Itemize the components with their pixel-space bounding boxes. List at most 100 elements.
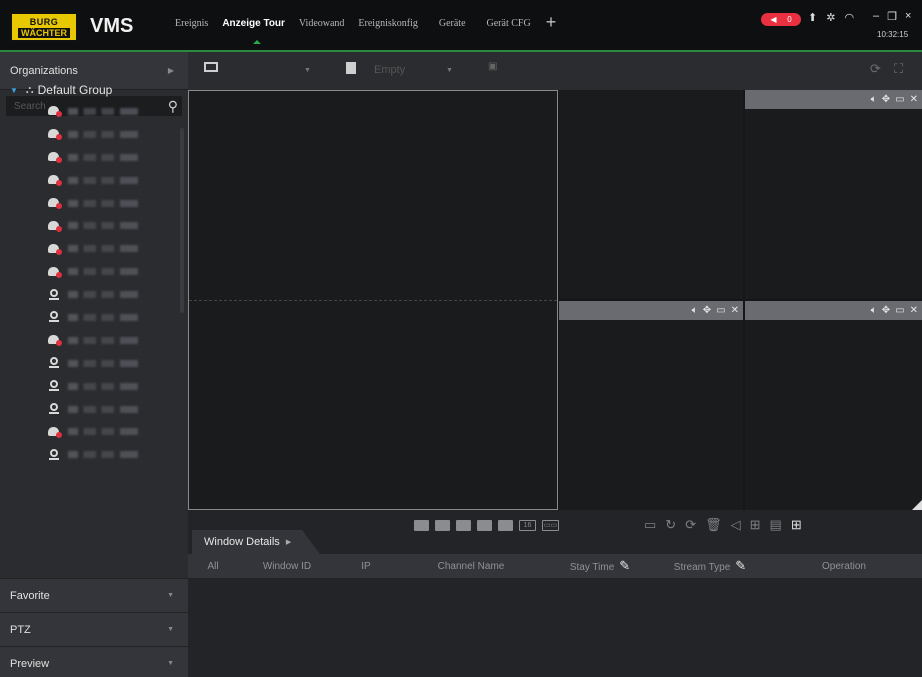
- layout-16-icon[interactable]: 16: [519, 520, 536, 531]
- refresh-icon[interactable]: ↻: [665, 517, 676, 533]
- tree-device-item[interactable]: [0, 237, 180, 260]
- video-pane-5[interactable]: 🔈︎ ✥ ▭ ✕: [745, 301, 922, 510]
- redacted-device-name: [68, 405, 138, 413]
- col-ip: IP: [361, 560, 371, 572]
- preset-icon[interactable]: [346, 62, 356, 77]
- close-icon[interactable]: ✕: [910, 305, 918, 316]
- layout-select-icon[interactable]: [204, 62, 218, 75]
- tree-device-item[interactable]: [0, 123, 180, 146]
- dome-camera-offline-icon: [48, 151, 62, 164]
- dome-camera-offline-icon: [48, 174, 62, 187]
- redacted-device-name: [68, 245, 138, 253]
- tab-videowand[interactable]: Videowand: [292, 18, 352, 32]
- tab-anzeige-tour[interactable]: Anzeige Tour: [215, 18, 292, 32]
- tree-root-default-group[interactable]: ▼ ⛬ Default Group: [0, 80, 180, 100]
- maximize-icon[interactable]: ▭: [716, 305, 725, 316]
- tab-window-details[interactable]: Window Details ▶: [192, 530, 320, 554]
- col-stay-time: Stay Time ✎: [546, 558, 654, 574]
- audio-icon[interactable]: 🔈︎: [692, 305, 698, 316]
- close-icon[interactable]: ✕: [910, 94, 918, 105]
- tour-icon[interactable]: ⟳: [870, 61, 881, 77]
- section-favorite[interactable]: Favorite ▼: [0, 578, 188, 612]
- layout-1-icon[interactable]: [414, 520, 429, 531]
- layout-9-icon[interactable]: [498, 520, 513, 531]
- speaker-icon: ◀: [770, 15, 777, 24]
- device-list: [0, 100, 180, 466]
- edit-pencil-icon[interactable]: ✎: [735, 558, 746, 573]
- tree-device-item[interactable]: [0, 329, 180, 352]
- video-pane-2[interactable]: [559, 90, 743, 299]
- tree-device-item[interactable]: [0, 352, 180, 375]
- preset-select[interactable]: Empty: [374, 64, 405, 76]
- user-icon[interactable]: ⬆: [808, 11, 817, 24]
- ptz-move-icon[interactable]: ✥: [882, 94, 890, 105]
- maximize-icon[interactable]: ▭: [895, 305, 904, 316]
- pane-header: 🔈︎ ✥ ▭ ✕: [745, 301, 922, 320]
- video-pane-3[interactable]: 🔈︎ ✥ ▭ ✕: [745, 90, 922, 299]
- gear-icon[interactable]: ✲: [826, 11, 835, 24]
- dashboard-icon[interactable]: ◠: [844, 11, 854, 24]
- tree-device-item[interactable]: [0, 306, 180, 329]
- audio-icon[interactable]: 🔈︎: [871, 94, 877, 105]
- close-icon[interactable]: ×: [905, 10, 911, 23]
- col-channel-name: Channel Name: [437, 560, 505, 572]
- close-icon[interactable]: ✕: [731, 305, 739, 316]
- col-all[interactable]: All: [188, 561, 238, 572]
- tab-geraete[interactable]: Geräte: [425, 18, 473, 32]
- ptz-move-icon[interactable]: ✥: [703, 305, 711, 316]
- preset-dropdown-arrow-icon[interactable]: ▼: [446, 67, 453, 74]
- tab-geraet-cfg[interactable]: Gerät CFG: [473, 18, 538, 32]
- tree-device-item[interactable]: [0, 283, 180, 306]
- trash-icon[interactable]: 🗑︎: [705, 517, 722, 533]
- sync-icon[interactable]: ⟳: [685, 517, 696, 533]
- tree-device-item[interactable]: [0, 443, 180, 466]
- video-pane-4[interactable]: 🔈︎ ✥ ▭ ✕: [559, 301, 743, 510]
- layout-6-icon[interactable]: [456, 520, 471, 531]
- layout-dropdown-arrow-icon[interactable]: ▼: [304, 67, 311, 74]
- tab-ereignis[interactable]: Ereignis: [168, 18, 215, 32]
- monitor-icon[interactable]: ▭: [644, 517, 656, 533]
- video-pane-main[interactable]: [188, 90, 558, 510]
- restore-icon[interactable]: ❐: [887, 10, 897, 23]
- fullscreen-icon[interactable]: ⛶: [894, 61, 903, 77]
- caret-down-icon[interactable]: ▼: [10, 86, 18, 95]
- tree-device-item[interactable]: [0, 100, 180, 123]
- layout-4-icon[interactable]: [435, 520, 450, 531]
- tree-device-item[interactable]: [0, 214, 180, 237]
- tree-scrollbar[interactable]: [180, 128, 184, 313]
- add-tab-icon[interactable]: +: [538, 13, 565, 32]
- edit-pencil-icon[interactable]: ✎: [619, 558, 630, 573]
- resize-corner-icon[interactable]: [912, 500, 922, 510]
- section-ptz[interactable]: PTZ ▼: [0, 612, 188, 646]
- multi-window-icon[interactable]: ⊞: [791, 517, 802, 533]
- grid-icon[interactable]: ⊞: [750, 517, 761, 533]
- tree-device-item[interactable]: [0, 420, 180, 443]
- redacted-device-name: [68, 107, 138, 115]
- audio-icon[interactable]: 🔈︎: [871, 305, 877, 316]
- layout-8-icon[interactable]: [477, 520, 492, 531]
- burg-waechter-logo: BURG WÄCHTER: [10, 12, 78, 42]
- section-preview[interactable]: Preview ▼: [0, 646, 188, 677]
- video-toolbar: ▼ Empty ▼ ▣ ⟳ ⛶: [188, 52, 922, 90]
- title-icons: ⬆ ✲ ◠: [808, 11, 854, 24]
- group-icon: ⛬: [25, 83, 34, 96]
- save-icon[interactable]: ▣: [488, 61, 497, 72]
- send-icon[interactable]: ◁: [731, 517, 741, 533]
- tree-device-item[interactable]: [0, 398, 180, 421]
- chevron-right-icon: ▶: [285, 539, 292, 546]
- tree-device-item[interactable]: [0, 169, 180, 192]
- tree-device-item[interactable]: [0, 260, 180, 283]
- minimize-icon[interactable]: –: [873, 10, 879, 23]
- ptz-move-icon[interactable]: ✥: [882, 305, 890, 316]
- calendar-icon[interactable]: ▤: [770, 517, 782, 533]
- organizations-label: Organizations: [10, 64, 78, 77]
- tab-ereigniskonfig[interactable]: Ereigniskonfig: [351, 18, 424, 32]
- tree-device-item[interactable]: [0, 192, 180, 215]
- tree-device-item[interactable]: [0, 375, 180, 398]
- chevron-down-icon: ▼: [167, 626, 174, 633]
- layout-custom-icon[interactable]: ▭▭: [542, 520, 559, 531]
- redacted-device-name: [68, 451, 138, 459]
- maximize-icon[interactable]: ▭: [895, 94, 904, 105]
- tree-device-item[interactable]: [0, 146, 180, 169]
- alarm-badge[interactable]: ◀ 0: [761, 13, 801, 26]
